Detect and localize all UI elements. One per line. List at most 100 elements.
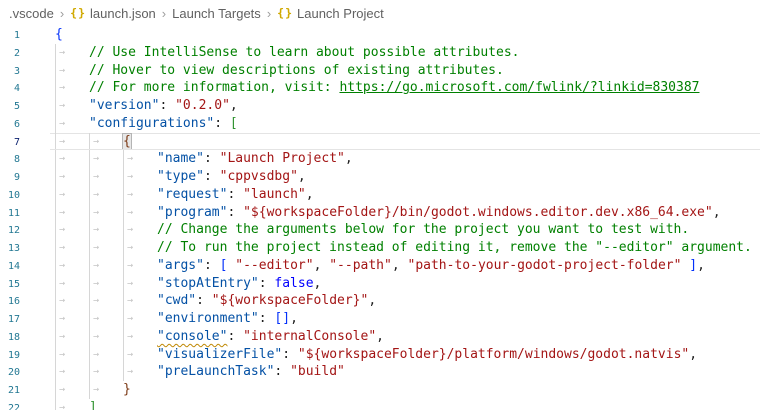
tab-whitespace-arrow-icon: → — [123, 257, 157, 275]
code-content: { — [55, 26, 63, 44]
breadcrumb-item-launch-json[interactable]: {} launch.json — [70, 6, 156, 21]
code-token: : — [227, 329, 243, 344]
gutter: 13 — [0, 239, 55, 257]
code-line[interactable]: 9→→→"type": "cppvsdbg", — [0, 168, 760, 186]
code-token: "--path" — [329, 258, 392, 273]
code-content: →→{ — [55, 133, 131, 151]
code-token: ] — [689, 258, 697, 273]
code-line[interactable]: 2 →// Use IntelliSense to learn about pos… — [0, 44, 760, 62]
line-number[interactable]: 18 — [0, 329, 20, 347]
code-token: "visualizerFile" — [157, 347, 282, 362]
code-token: : — [204, 151, 220, 166]
tab-whitespace-arrow-icon: → — [55, 381, 89, 399]
tab-whitespace-arrow-icon: → — [89, 239, 123, 257]
code-line[interactable]: 7 →→{ — [0, 133, 760, 151]
code-line[interactable]: 19→→→"visualizerFile": "${workspaceFolde… — [0, 346, 760, 364]
code-token: { — [55, 27, 63, 42]
code-token: "--editor" — [235, 258, 313, 273]
line-number[interactable]: 20 — [0, 364, 20, 382]
code-token: , — [298, 169, 306, 184]
line-number[interactable]: 11 — [0, 205, 20, 223]
tab-whitespace-arrow-icon: → — [123, 346, 157, 364]
code-token: // For more information, visit: — [89, 80, 339, 95]
code-line[interactable]: 10→→→"request": "launch", — [0, 186, 760, 204]
line-number[interactable]: 16 — [0, 293, 20, 311]
code-token: : — [214, 116, 230, 131]
line-number[interactable]: 14 — [0, 258, 20, 276]
code-editor[interactable]: 1{2→// Use IntelliSense to learn about p… — [0, 26, 760, 410]
code-line[interactable]: 18→→→"console": "internalConsole", — [0, 328, 760, 346]
breadcrumb-separator-icon: › — [162, 6, 166, 21]
breadcrumb-item-launch-project[interactable]: {} Launch Project — [277, 6, 384, 21]
code-line[interactable]: 12→→→// Change the arguments below for t… — [0, 221, 760, 239]
code-line[interactable]: 1{ — [0, 26, 760, 44]
code-token: : — [259, 311, 275, 326]
code-token: "args" — [157, 258, 204, 273]
gutter: 21 — [0, 381, 55, 399]
code-token: { — [123, 134, 131, 149]
json-braces-icon: {} — [70, 6, 86, 20]
code-line[interactable]: 16→→→"cwd": "${workspaceFolder}", — [0, 292, 760, 310]
code-line[interactable]: 21→→} — [0, 381, 760, 399]
code-line[interactable]: 8→→→"name": "Launch Project", — [0, 150, 760, 168]
code-line[interactable]: 6 →"configurations": [ — [0, 115, 760, 133]
code-line[interactable]: 3→// Hover to view descriptions of exist… — [0, 62, 760, 80]
code-line[interactable]: 15→→→"stopAtEntry": false, — [0, 275, 760, 293]
tab-whitespace-arrow-icon: → — [123, 363, 157, 381]
breadcrumb-item-vscode[interactable]: .vscode — [9, 6, 54, 21]
tab-whitespace-arrow-icon: → — [55, 168, 89, 186]
line-number[interactable]: 22 — [0, 400, 20, 410]
gutter: 20 — [0, 363, 55, 381]
tab-whitespace-arrow-icon: → — [55, 79, 89, 97]
tab-whitespace-arrow-icon: → — [123, 310, 157, 328]
code-line[interactable]: 13→→→// To run the project instead of ed… — [0, 239, 760, 257]
code-line[interactable]: 5→"version": "0.2.0", — [0, 97, 760, 115]
code-line[interactable]: 17→→→"environment": [], — [0, 310, 760, 328]
code-line[interactable]: 14→→→"args": [ "--editor", "--path", "pa… — [0, 257, 760, 275]
code-line[interactable]: 11 →→→"program": "${workspaceFolder}/bin/… — [0, 204, 760, 222]
line-number[interactable]: 1 — [0, 27, 20, 45]
line-number[interactable]: 5 — [0, 98, 20, 116]
code-content: →// Use IntelliSense to learn about poss… — [55, 44, 519, 62]
line-number[interactable]: 7 — [0, 134, 20, 152]
tab-whitespace-arrow-icon: → — [89, 221, 123, 239]
line-number[interactable]: 3 — [0, 63, 20, 81]
line-number[interactable]: 9 — [0, 169, 20, 187]
code-token: // Hover to view descriptions of existin… — [89, 63, 504, 78]
code-line[interactable]: 20→→→"preLaunchTask": "build" — [0, 363, 760, 381]
line-number[interactable]: 21 — [0, 382, 20, 400]
code-token: : — [259, 276, 275, 291]
code-content: →// For more information, visit: https:/… — [55, 79, 699, 97]
breadcrumb-label: .vscode — [9, 6, 54, 21]
object-braces-icon: {} — [277, 6, 293, 20]
tab-whitespace-arrow-icon: → — [55, 221, 89, 239]
tab-whitespace-arrow-icon: → — [89, 204, 123, 222]
line-number[interactable]: 10 — [0, 187, 20, 205]
line-number[interactable]: 15 — [0, 276, 20, 294]
line-number[interactable]: 13 — [0, 240, 20, 258]
tab-whitespace-arrow-icon: → — [55, 186, 89, 204]
line-number[interactable]: 6 — [0, 116, 20, 134]
line-number[interactable]: 17 — [0, 311, 20, 329]
line-number[interactable]: 2 — [0, 45, 20, 63]
tab-whitespace-arrow-icon: → — [123, 204, 157, 222]
tab-whitespace-arrow-icon: → — [123, 328, 157, 346]
tab-whitespace-arrow-icon: → — [123, 239, 157, 257]
tab-whitespace-arrow-icon: → — [55, 204, 89, 222]
code-token: : — [196, 293, 212, 308]
breadcrumb-separator-icon: › — [60, 6, 64, 21]
line-number[interactable]: 19 — [0, 347, 20, 365]
line-number[interactable]: 8 — [0, 151, 20, 169]
code-token: , — [689, 347, 697, 362]
breadcrumb-item-launch-targets[interactable]: Launch Targets — [172, 6, 261, 21]
line-number[interactable]: 4 — [0, 80, 20, 98]
code-line[interactable]: 22→] — [0, 399, 760, 410]
code-content: →→→"program": "${workspaceFolder}/bin/go… — [55, 204, 721, 222]
code-line[interactable]: 4 →// For more information, visit: https:… — [0, 79, 760, 97]
gutter: 6 — [0, 115, 55, 133]
code-content: →"configurations": [ — [55, 115, 238, 133]
comment-link[interactable]: https://go.microsoft.com/fwlink/?linkid=… — [339, 80, 699, 95]
breadcrumb-label: Launch Project — [297, 6, 384, 21]
code-token: "version" — [89, 98, 159, 113]
line-number[interactable]: 12 — [0, 222, 20, 240]
